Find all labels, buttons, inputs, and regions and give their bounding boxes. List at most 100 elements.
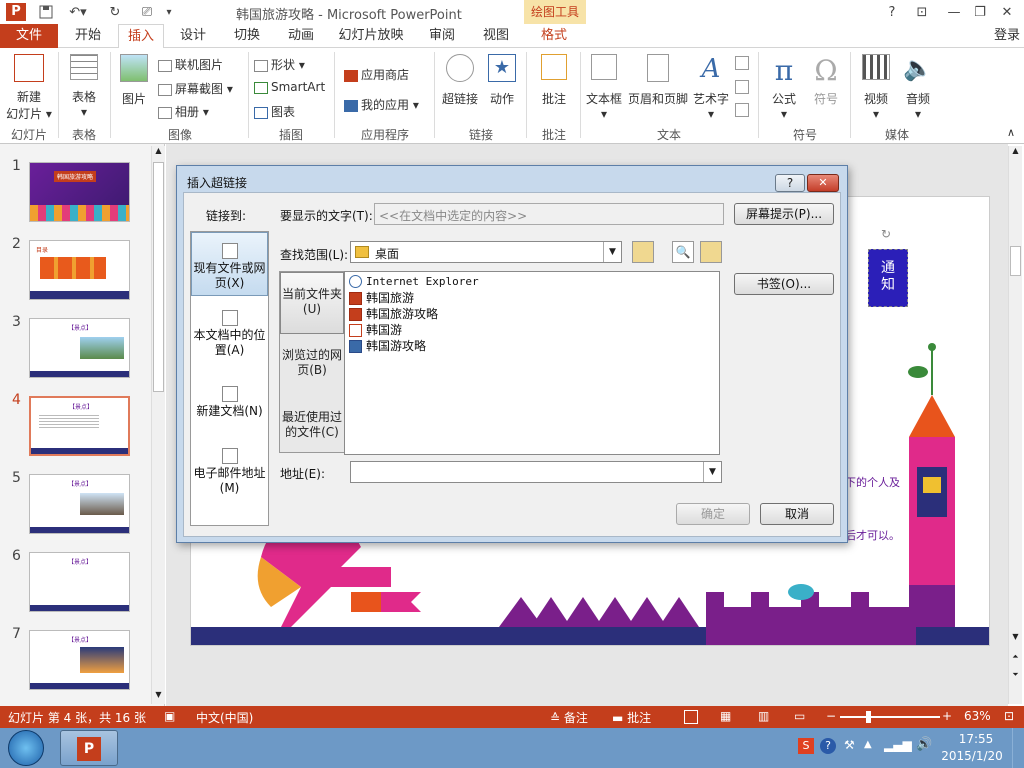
my-apps-button[interactable]: 我的应用 ▾	[344, 96, 419, 113]
zoom-level[interactable]: 63%	[964, 709, 991, 723]
tab-slideshow[interactable]: 幻灯片放映	[332, 24, 410, 48]
scroll-up-icon[interactable]: ▲	[152, 146, 165, 160]
volume-icon[interactable]: 🔊	[916, 737, 932, 752]
link-new-document[interactable]: 新建文档(N)	[191, 386, 268, 419]
app-icon[interactable]: P	[6, 3, 26, 21]
taskbar-powerpoint[interactable]: P	[60, 730, 118, 766]
tab-animations[interactable]: 动画	[276, 24, 326, 48]
up-folder-icon[interactable]	[632, 241, 654, 263]
tab-transitions[interactable]: 切换	[222, 24, 272, 48]
thumbnail-slide-3[interactable]: 【景点】	[29, 318, 130, 378]
look-in-select[interactable]: 桌面 ▼	[350, 241, 622, 263]
equation-button[interactable]: π 公式 ▾	[764, 54, 804, 121]
prev-slide-icon[interactable]: ⏶	[1009, 652, 1022, 666]
file-list[interactable]: Internet Explorer 韩国旅游 韩国旅游攻略 韩国游 韩国游攻略	[344, 271, 720, 455]
tray-help-icon[interactable]: ?	[820, 738, 836, 754]
nav-current-folder[interactable]: 当前文件夹(U)	[280, 272, 344, 334]
thumbnail-slide-6[interactable]: 【景点】	[29, 552, 130, 612]
clock-date[interactable]: 2015/1/20	[936, 749, 1008, 763]
screen-tip-button[interactable]: 屏幕提示(P)...	[734, 203, 834, 225]
comment-button[interactable]: 批注	[532, 54, 576, 107]
slide-sorter-icon[interactable]: ▦	[720, 709, 731, 723]
thumbnail-slide-5[interactable]: 【景点】	[29, 474, 130, 534]
bookmark-button[interactable]: 书签(O)...	[734, 273, 834, 295]
online-picture-button[interactable]: 联机图片	[158, 56, 223, 73]
display-text-input[interactable]: <<在文档中选定的内容>>	[374, 203, 724, 225]
scroll-thumb[interactable]	[1010, 246, 1021, 276]
thumbnail-slide-7[interactable]: 【景点】	[29, 630, 130, 690]
network-icon[interactable]: ▂▄▆	[884, 738, 912, 752]
minimize-button[interactable]: —	[944, 3, 964, 21]
reading-view-icon[interactable]: ▥	[758, 709, 769, 723]
shapes-button[interactable]: 形状 ▾	[254, 56, 305, 73]
slideshow-view-icon[interactable]: ▭	[794, 709, 805, 723]
date-time-button[interactable]	[734, 56, 750, 70]
tray-expand-icon[interactable]: ▲	[864, 739, 872, 750]
scroll-up-icon[interactable]: ▲	[1009, 146, 1022, 160]
thumbnail-slide-4[interactable]: 【景点】	[29, 396, 130, 456]
show-desktop-button[interactable]	[1012, 728, 1024, 768]
thumbnail-slide-1[interactable]: 韩国旅游攻略	[29, 162, 130, 222]
object-button[interactable]	[734, 103, 750, 117]
tab-review[interactable]: 审阅	[418, 24, 466, 48]
nav-recent-files[interactable]: 最近使用过的文件(C)	[280, 410, 344, 440]
link-email-address[interactable]: 电子邮件地址(M)	[191, 448, 268, 496]
tab-design[interactable]: 设计	[168, 24, 218, 48]
ok-button[interactable]: 确定	[676, 503, 750, 525]
scroll-thumb[interactable]	[153, 162, 164, 392]
redo-icon[interactable]: ↻	[104, 3, 126, 21]
collapse-ribbon-icon[interactable]: ∧	[1004, 126, 1018, 139]
hyperlink-button[interactable]: 超链接	[440, 54, 480, 107]
zoom-slider[interactable]	[840, 716, 940, 718]
slide-number-button[interactable]	[734, 80, 750, 94]
tab-insert[interactable]: 插入	[118, 24, 164, 49]
ribbon-display-icon[interactable]: ⊡	[912, 3, 932, 21]
next-slide-icon[interactable]: ⏷	[1009, 670, 1022, 684]
help-button[interactable]: ?	[884, 3, 900, 21]
chevron-down-icon[interactable]: ▼	[603, 242, 621, 262]
thumbnail-slide-2[interactable]: 目录	[29, 240, 130, 300]
video-button[interactable]: 视频 ▾	[856, 54, 896, 121]
canvas-scrollbar[interactable]: ▲ ▼ ⏶ ⏷	[1008, 146, 1022, 704]
zoom-in-icon[interactable]: +	[942, 709, 952, 723]
link-existing-file[interactable]: 现有文件或网页(X)	[191, 232, 268, 296]
start-button[interactable]	[8, 730, 44, 766]
header-footer-button[interactable]: 页眉和页脚	[626, 54, 690, 107]
comments-button[interactable]: ▬ 批注	[612, 709, 651, 726]
customize-qat-icon[interactable]: ▾	[162, 3, 176, 21]
table-button[interactable]: 表格 ▾	[62, 54, 106, 119]
file-item[interactable]: 韩国游	[349, 321, 402, 338]
zoom-slider-thumb[interactable]	[866, 711, 871, 723]
dialog-close-button[interactable]: ✕	[807, 174, 839, 192]
scroll-down-icon[interactable]: ▼	[152, 690, 165, 704]
audio-button[interactable]: 🔈 音频 ▾	[898, 54, 938, 121]
language-status[interactable]: 中文(中国)	[196, 709, 253, 726]
restore-button[interactable]: ❐	[970, 3, 990, 21]
textbox-button[interactable]: 文本框 ▾	[584, 54, 624, 121]
screenshot-button[interactable]: 屏幕截图 ▾	[158, 80, 233, 97]
thumbnails-scrollbar[interactable]: ▲ ▼	[151, 146, 165, 704]
browse-web-icon[interactable]: 🔍	[672, 241, 694, 263]
save-icon[interactable]	[36, 3, 56, 21]
dialog-help-button[interactable]: ?	[775, 174, 805, 192]
notes-button[interactable]: ≙ 备注	[550, 709, 588, 726]
sogou-icon[interactable]: S	[798, 738, 814, 754]
nav-browsed-pages[interactable]: 浏览过的网页(B)	[280, 348, 344, 378]
app-store-button[interactable]: 应用商店	[344, 66, 409, 83]
link-place-in-document[interactable]: 本文档中的位置(A)	[191, 310, 268, 358]
start-slideshow-icon[interactable]: ⎚	[136, 3, 158, 21]
tab-home[interactable]: 开始	[62, 24, 114, 48]
clock-time[interactable]: 17:55	[944, 732, 1008, 746]
file-item[interactable]: 韩国游攻略	[349, 337, 426, 354]
smartart-button[interactable]: SmartArt	[254, 80, 325, 94]
file-item[interactable]: 韩国旅游攻略	[349, 305, 438, 322]
file-item[interactable]: 韩国旅游	[349, 289, 414, 306]
chevron-down-icon[interactable]: ▼	[703, 462, 721, 482]
tray-tools-icon[interactable]: ⚒	[844, 738, 855, 752]
undo-icon[interactable]: ↶▾	[64, 3, 92, 21]
zoom-out-icon[interactable]: −	[826, 709, 836, 723]
album-button[interactable]: 相册 ▾	[158, 103, 209, 120]
tab-format[interactable]: 格式	[528, 24, 580, 48]
spellcheck-icon[interactable]: ▣	[164, 709, 175, 723]
action-button[interactable]: ★ 动作	[484, 54, 520, 107]
